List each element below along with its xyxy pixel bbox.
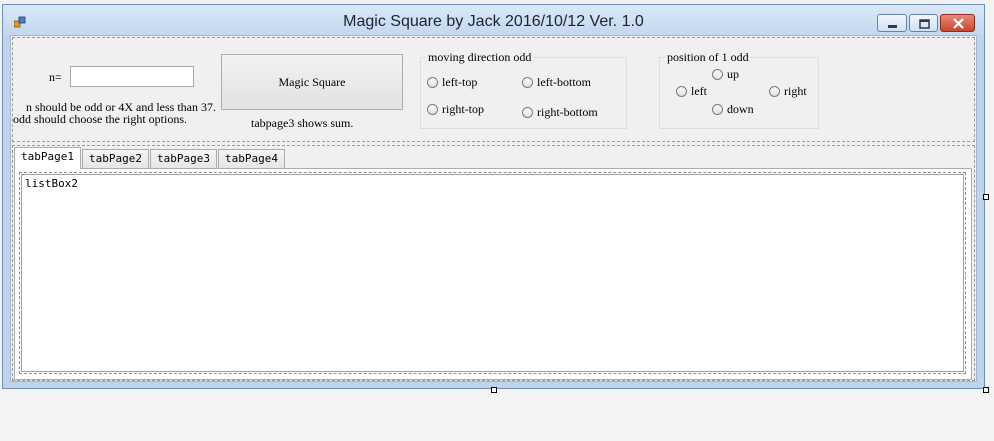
list-box-label: listBox2 [25, 177, 78, 190]
radio-left-top[interactable]: left-top [427, 75, 477, 90]
n-input[interactable] [70, 66, 194, 87]
minimize-button[interactable] [877, 14, 907, 32]
resize-handle-corner[interactable] [983, 387, 989, 393]
radio-button-icon [427, 77, 438, 88]
radio-right-bottom[interactable]: right-bottom [522, 105, 598, 120]
close-button[interactable] [940, 14, 975, 32]
moving-direction-title: moving direction odd [426, 50, 534, 65]
magic-square-button[interactable]: Magic Square [221, 54, 403, 110]
radio-right-top[interactable]: right-top [427, 102, 484, 117]
radio-button-icon [676, 86, 687, 97]
resize-handle-right[interactable] [983, 194, 989, 200]
close-icon [953, 18, 964, 29]
main-window: Magic Square by Jack 2016/10/12 Ver. 1.0… [2, 4, 985, 389]
tab-page-3[interactable]: tabPage3 [150, 149, 217, 168]
resize-handle-bottom[interactable] [491, 387, 497, 393]
radio-button-icon [769, 86, 780, 97]
tab-page-2[interactable]: tabPage2 [82, 149, 149, 168]
hint-line-2: odd should choose the right options. [13, 112, 187, 126]
tab-page-1-content: listBox2 [14, 168, 972, 380]
form-client-area: n= n should be odd or 4X and less than 3… [10, 35, 977, 382]
radio-button-icon [427, 104, 438, 115]
radio-right[interactable]: right [769, 84, 807, 99]
maximize-icon [919, 19, 930, 29]
position-title: position of 1 odd [665, 50, 751, 65]
radio-button-icon [712, 69, 723, 80]
minimize-icon [888, 25, 897, 28]
list-box-2[interactable]: listBox2 [19, 172, 966, 374]
maximize-button[interactable] [909, 14, 938, 32]
position-group: position of 1 odd up left right down [659, 50, 819, 129]
radio-left-bottom[interactable]: left-bottom [522, 75, 591, 90]
window-title: Magic Square by Jack 2016/10/12 Ver. 1.0 [343, 13, 644, 30]
radio-down[interactable]: down [712, 102, 754, 117]
moving-direction-group: moving direction odd left-top left-botto… [420, 50, 627, 129]
radio-button-icon [522, 77, 533, 88]
tab-page-1[interactable]: tabPage1 [14, 147, 81, 169]
n-label: n= [49, 70, 62, 84]
tabpage3-note: tabpage3 shows sum. [251, 116, 354, 130]
radio-button-icon [522, 107, 533, 118]
radio-left[interactable]: left [676, 84, 707, 99]
radio-button-icon [712, 104, 723, 115]
tab-page-4[interactable]: tabPage4 [218, 149, 285, 168]
radio-up[interactable]: up [712, 67, 739, 82]
options-panel: n= n should be odd or 4X and less than 3… [12, 37, 975, 142]
title-bar[interactable]: Magic Square by Jack 2016/10/12 Ver. 1.0 [3, 5, 984, 35]
